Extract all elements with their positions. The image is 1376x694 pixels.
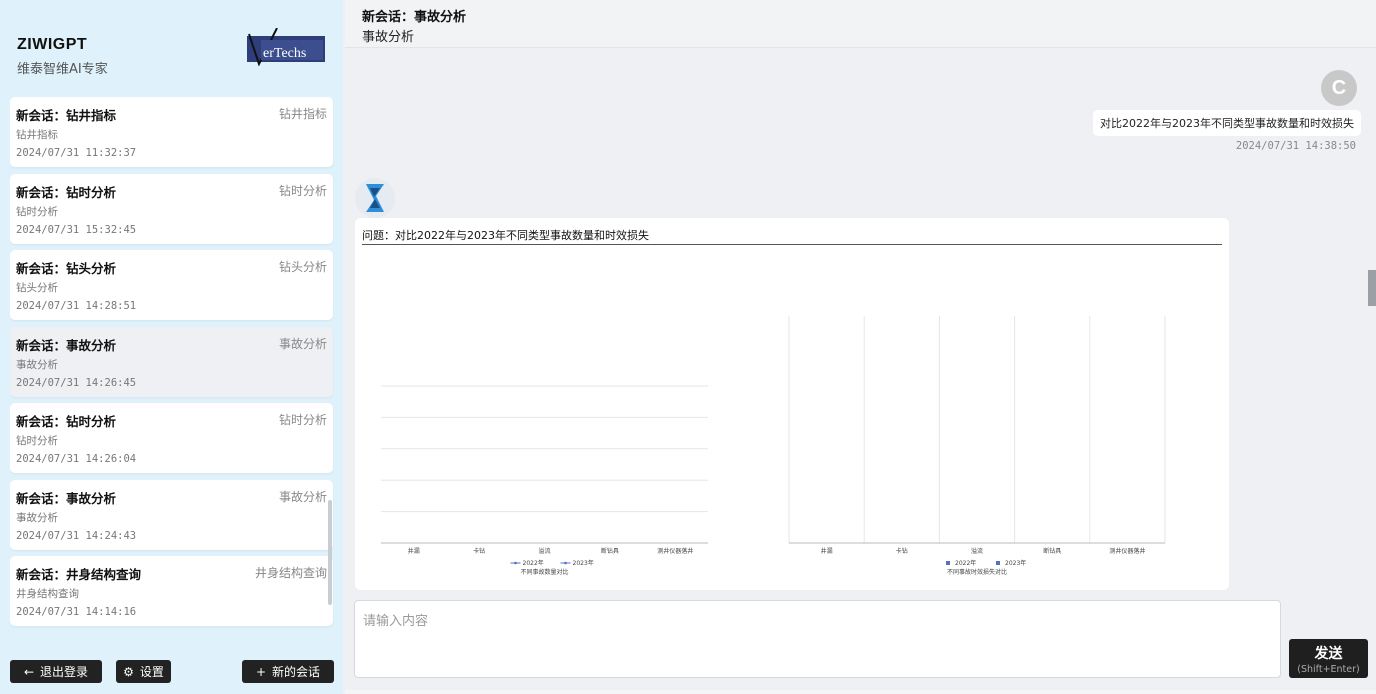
- session-item[interactable]: 新会话：钻头分析 钻头分析 钻头分析 2024/07/31 14:28:51: [10, 250, 333, 320]
- chat-subtitle: 事故分析: [362, 30, 415, 45]
- legend-label: 2022年: [523, 559, 544, 567]
- session-tag: 钻时分析: [278, 183, 327, 198]
- app-window: ZIWIGPT 维泰智维AI专家 erTechs 新会话：钻井指标 钻井指标 钻井指…: [0, 0, 1376, 694]
- session-item[interactable]: 新会话：钻时分析 钻时分析 钻时分析 2024/07/31 15:32:45: [10, 173, 333, 244]
- bot-avatar: [355, 178, 395, 218]
- legend-marker: [564, 561, 567, 565]
- send-button[interactable]: 发送 (Shift+Enter): [1289, 639, 1368, 678]
- session-tag: 钻井指标: [278, 107, 327, 121]
- chat-header: 新会话：事故分析 事故分析: [345, 0, 1376, 48]
- session-tag: 事故分析: [278, 336, 327, 351]
- sidebar: ZIWIGPT 维泰智维AI专家 erTechs 新会话：钻井指标 钻井指标 钻井指…: [0, 0, 343, 694]
- logout-label: 退出登录: [40, 665, 89, 679]
- bot-logo-icon: [366, 184, 384, 212]
- x-tick-label: 断钻具: [1043, 547, 1061, 555]
- session-time: 2024/07/31 14:26:45: [16, 376, 137, 389]
- settings-label: 设置: [139, 665, 164, 679]
- x-tick-label: 溢流: [971, 547, 983, 555]
- plus-icon: +: [255, 664, 267, 679]
- new-chat-button[interactable]: + 新的会话: [242, 660, 334, 683]
- session-title: 新会话：事故分析: [16, 490, 117, 506]
- session-title: 新会话：钻井指标: [16, 108, 117, 123]
- session-time: 2024/07/31 11:32:37: [16, 147, 137, 159]
- x-tick-label: 卡钻: [896, 547, 908, 555]
- session-title: 新会话：钻头分析: [16, 261, 117, 276]
- brand: ZIWIGPT 维泰智维AI专家: [17, 36, 108, 77]
- message-input-box[interactable]: [354, 600, 1281, 678]
- session-title: 新会话：事故分析: [16, 337, 117, 353]
- x-tick-label: 测井仪器落井: [657, 547, 693, 555]
- arrow-left-icon: ←: [23, 664, 35, 679]
- svg-text:erTechs: erTechs: [263, 46, 306, 61]
- session-title: 新会话：钻时分析: [16, 414, 117, 429]
- session-list[interactable]: 新会话：钻井指标 钻井指标 钻井指标 2024/07/31 11:32:37 新会话：钻…: [10, 97, 334, 637]
- session-title: 新会话：钻时分析: [16, 184, 117, 200]
- session-preview: 钻时分析: [16, 435, 58, 447]
- session-preview: 钻时分析: [16, 205, 58, 218]
- message-input[interactable]: [355, 601, 1280, 677]
- legend-swatch: [996, 561, 1000, 565]
- settings-button[interactable]: ⚙ 设置: [116, 660, 171, 683]
- x-tick-label: 井漏: [821, 547, 833, 555]
- app-name: ZIWIGPT: [17, 36, 88, 53]
- session-time: 2024/07/31 14:26:04: [16, 453, 137, 465]
- vertechs-logo: erTechs: [247, 28, 325, 66]
- session-preview: 事故分析: [16, 511, 58, 524]
- session-item[interactable]: 新会话：事故分析 事故分析 事故分析 2024/07/31 14:26:45: [10, 326, 333, 397]
- session-item[interactable]: 新会话：钻时分析 钻时分析 钻时分析 2024/07/31 14:26:04: [10, 403, 333, 473]
- session-preview: 事故分析: [16, 358, 58, 371]
- legend-marker: [514, 561, 517, 565]
- user-message: 对比2022年与2023年不同类型事故数量和时效损失: [1093, 110, 1361, 136]
- session-tag: 事故分析: [278, 489, 327, 504]
- chart-title: 不同事故数量对比: [520, 568, 568, 576]
- legend-swatch: [946, 561, 950, 565]
- bot-message: 问题：对比2022年与2023年不同类型事故数量和时效损失 井漏 卡钻 溢流 断钻具 测…: [355, 218, 1229, 590]
- session-preview: 钻头分析: [16, 282, 58, 294]
- bottom-border: [345, 690, 1376, 694]
- x-tick-label: 断钻具: [601, 547, 619, 555]
- user-avatar: C: [1321, 70, 1357, 106]
- session-tag: 钻头分析: [278, 260, 327, 274]
- chat-scrollbar[interactable]: [1368, 270, 1376, 306]
- app-subtitle: 维泰智维AI专家: [17, 62, 108, 77]
- chat-panel: 新会话：事故分析 事故分析 C 对比2022年与2023年不同类型事故数量和时效…: [345, 0, 1376, 694]
- x-tick-label: 井漏: [408, 547, 420, 555]
- gear-icon: ⚙: [123, 664, 134, 679]
- bot-question: 问题：对比2022年与2023年不同类型事故数量和时效损失: [362, 227, 1222, 245]
- session-time: 2024/07/31 14:14:16: [16, 606, 137, 618]
- chat-title: 新会话：事故分析: [362, 10, 467, 25]
- time-loss-chart: 井漏 卡钻 溢流 断钻具 测井仪器落井 2022年 2023年不同事故时效损失对比: [788, 316, 1166, 576]
- session-preview: 钻井指标: [16, 129, 58, 141]
- x-tick-label: 卡钻: [473, 547, 485, 555]
- send-label: 发送: [1314, 646, 1343, 662]
- session-tag: 井身结构查询: [254, 566, 327, 580]
- session-time: 2024/07/31 15:32:45: [16, 223, 137, 236]
- send-hint: (Shift+Enter): [1297, 664, 1360, 675]
- session-item[interactable]: 新会话：井身结构查询 井身结构查询 井身结构查询 2024/07/31 14:14:1…: [10, 556, 333, 626]
- legend-label: 2022年: [955, 559, 976, 567]
- session-title: 新会话：井身结构查询: [16, 567, 142, 582]
- accident-count-chart: 井漏 卡钻 溢流 断钻具 测井仪器落井 2022年 2023年不同事故数量对比: [381, 385, 708, 576]
- logout-button[interactable]: ← 退出登录: [10, 660, 102, 683]
- chart-title: 不同事故时效损失对比: [947, 568, 1007, 576]
- session-item[interactable]: 新会话：钻井指标 钻井指标 钻井指标 2024/07/31 11:32:37: [10, 97, 333, 167]
- sidebar-scrollbar[interactable]: [328, 500, 332, 605]
- legend-label: 2023年: [1005, 559, 1026, 567]
- session-time: 2024/07/31 14:24:43: [16, 529, 137, 542]
- session-time: 2024/07/31 14:28:51: [16, 300, 137, 312]
- session-tag: 钻时分析: [278, 413, 327, 427]
- session-item[interactable]: 新会话：事故分析 事故分析 事故分析 2024/07/31 14:24:43: [10, 479, 333, 550]
- session-preview: 井身结构查询: [16, 588, 79, 600]
- user-message-time: 2024/07/31 14:38:50: [1235, 140, 1356, 152]
- new-chat-label: 新的会话: [272, 665, 321, 679]
- x-tick-label: 溢流: [538, 547, 550, 555]
- legend-label: 2023年: [573, 559, 594, 567]
- x-tick-label: 测井仪器落井: [1109, 547, 1145, 555]
